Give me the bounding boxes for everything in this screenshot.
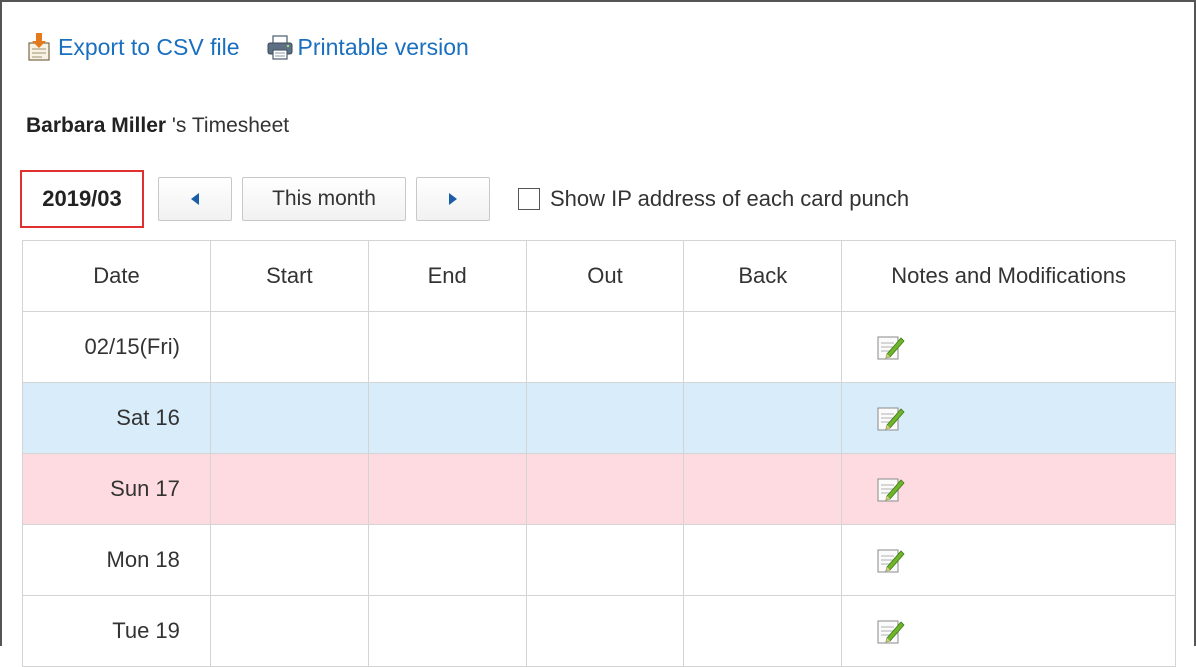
show-ip-option[interactable]: Show IP address of each card punch xyxy=(518,186,909,212)
timesheet-table: Date Start End Out Back Notes and Modifi… xyxy=(22,240,1176,667)
edit-note-icon[interactable] xyxy=(876,404,906,432)
previous-month-button[interactable] xyxy=(158,177,232,221)
cell-start xyxy=(209,524,369,596)
cell-date: Sun 17 xyxy=(22,453,211,525)
table-row: 02/15(Fri) xyxy=(22,311,1176,383)
cell-start xyxy=(209,595,369,667)
cell-end xyxy=(367,311,527,383)
next-month-arrow-icon xyxy=(449,193,457,205)
table-header-row: Date Start End Out Back Notes and Modifi… xyxy=(22,240,1176,312)
cell-out xyxy=(525,382,685,454)
cell-end xyxy=(367,453,527,525)
cell-back xyxy=(683,595,843,667)
header-notes: Notes and Modifications xyxy=(841,240,1176,312)
cell-start xyxy=(209,311,369,383)
toolbar: Export to CSV file Printable version xyxy=(26,30,495,64)
show-ip-label: Show IP address of each card punch xyxy=(550,186,910,211)
export-csv-label[interactable]: Export to CSV file xyxy=(58,34,240,61)
this-month-button[interactable]: This month xyxy=(242,177,406,221)
printable-version-link[interactable]: Printable version xyxy=(266,32,469,62)
header-start: Start xyxy=(209,240,369,312)
cell-out xyxy=(525,524,685,596)
cell-end xyxy=(367,595,527,667)
cell-date: Tue 19 xyxy=(22,595,211,667)
this-month-label: This month xyxy=(272,187,376,210)
printable-version-label[interactable]: Printable version xyxy=(298,34,469,61)
next-month-button[interactable] xyxy=(416,177,490,221)
printer-icon xyxy=(266,32,294,62)
edit-note-icon[interactable] xyxy=(876,475,906,503)
cell-notes xyxy=(841,311,1176,383)
cell-end xyxy=(367,524,527,596)
cell-back xyxy=(683,382,843,454)
export-csv-icon xyxy=(26,32,54,62)
cell-notes xyxy=(841,382,1176,454)
cell-date: Sat 16 xyxy=(22,382,211,454)
edit-note-icon[interactable] xyxy=(876,546,906,574)
title-suffix: 's Timesheet xyxy=(166,114,290,137)
table-row: Sat 16 xyxy=(22,382,1176,454)
page-title: Barbara Miller 's Timesheet xyxy=(26,114,289,138)
cell-notes xyxy=(841,595,1176,667)
cell-out xyxy=(525,311,685,383)
table-row: Mon 18 xyxy=(22,524,1176,596)
cell-back xyxy=(683,524,843,596)
table-row: Sun 17 xyxy=(22,453,1176,525)
cell-date: 02/15(Fri) xyxy=(22,311,211,383)
user-name: Barbara Miller xyxy=(26,114,167,137)
cell-back xyxy=(683,453,843,525)
current-month-label: 2019/03 xyxy=(42,186,122,211)
header-back: Back xyxy=(683,240,843,312)
previous-month-arrow-icon xyxy=(191,193,199,205)
edit-note-icon[interactable] xyxy=(876,617,906,645)
header-out: Out xyxy=(525,240,685,312)
show-ip-checkbox[interactable] xyxy=(518,188,540,210)
cell-notes xyxy=(841,453,1176,525)
export-csv-link[interactable]: Export to CSV file xyxy=(26,32,240,62)
cell-start xyxy=(209,453,369,525)
cell-start xyxy=(209,382,369,454)
cell-end xyxy=(367,382,527,454)
current-month-display: 2019/03 xyxy=(20,170,144,228)
header-end: End xyxy=(367,240,527,312)
cell-out xyxy=(525,595,685,667)
header-date: Date xyxy=(22,240,211,312)
month-navigation: 2019/03 This month Show IP address of ea… xyxy=(20,170,909,228)
cell-back xyxy=(683,311,843,383)
cell-out xyxy=(525,453,685,525)
cell-notes xyxy=(841,524,1176,596)
edit-note-icon[interactable] xyxy=(876,333,906,361)
table-row: Tue 19 xyxy=(22,595,1176,667)
cell-date: Mon 18 xyxy=(22,524,211,596)
